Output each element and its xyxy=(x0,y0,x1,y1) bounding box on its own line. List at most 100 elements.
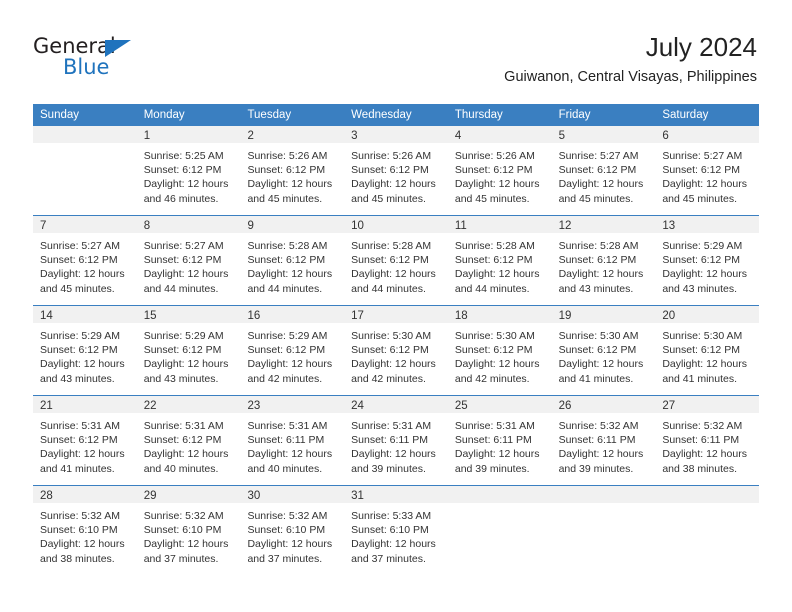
day-number-band: 17 xyxy=(344,306,448,323)
daylight-text-line2: and 37 minutes. xyxy=(351,552,426,565)
daylight-text-line1: Daylight: 12 hours xyxy=(558,448,644,461)
sunrise-text: Sunrise: 5:27 AM xyxy=(662,150,743,162)
day-number-band: 8 xyxy=(136,216,241,233)
day-cell[interactable]: 31 Sunrise: 5:33 AM Sunset: 6:10 PM Dayligh… xyxy=(344,486,448,575)
sunset-text: Sunset: 6:12 PM xyxy=(454,254,533,267)
sunrise-text: Sunrise: 5:29 AM xyxy=(40,330,120,342)
day-cell[interactable]: 26 Sunrise: 5:32 AM Sunset: 6:11 PM Dayligh… xyxy=(551,396,656,485)
day-cell[interactable]: 14 Sunrise: 5:29 AM Sunset: 6:12 PM Dayligh… xyxy=(33,306,137,395)
day-cell[interactable]: 3 Sunrise: 5:26 AM Sunset: 6:12 PM Daylight… xyxy=(344,126,448,215)
day-number: 19 xyxy=(558,310,572,322)
day-cell[interactable]: 27 Sunrise: 5:32 AM Sunset: 6:11 PM Dayligh… xyxy=(655,396,760,485)
day-number-band: 2 xyxy=(240,126,345,143)
day-cell[interactable]: 7 Sunrise: 5:27 AM Sunset: 6:12 PM Daylight… xyxy=(33,216,137,305)
calendar-week-row: 28 Sunrise: 5:32 AM Sunset: 6:10 PM Dayligh… xyxy=(33,485,760,575)
daylight-text-line2: and 43 minutes. xyxy=(40,372,115,385)
day-details: Sunrise: 5:30 AM Sunset: 6:12 PM Daylight:… xyxy=(655,323,759,386)
sunrise-text: Sunrise: 5:31 AM xyxy=(454,420,535,432)
day-cell[interactable]: 2 Sunrise: 5:26 AM Sunset: 6:12 PM Daylight… xyxy=(240,126,345,215)
sunset-text: Sunset: 6:11 PM xyxy=(558,434,636,447)
day-number: 12 xyxy=(558,220,572,232)
day-cell[interactable]: 10 Sunrise: 5:28 AM Sunset: 6:12 PM Dayligh… xyxy=(344,216,448,305)
day-number: 18 xyxy=(454,310,468,322)
day-cell[interactable]: 24 Sunrise: 5:31 AM Sunset: 6:11 PM Dayligh… xyxy=(344,396,448,485)
daylight-text-line2: and 43 minutes. xyxy=(143,372,219,385)
daylight-text-line1: Daylight: 12 hours xyxy=(143,268,229,281)
day-cell[interactable]: 25 Sunrise: 5:31 AM Sunset: 6:11 PM Dayligh… xyxy=(447,396,552,485)
weekday-header-sunday: Sunday xyxy=(40,109,80,121)
day-cell[interactable]: 15 Sunrise: 5:29 AM Sunset: 6:12 PM Dayligh… xyxy=(136,306,241,395)
logo-text-blue: Blue xyxy=(63,55,110,79)
day-cell[interactable]: 28 Sunrise: 5:32 AM Sunset: 6:10 PM Dayligh… xyxy=(33,486,137,575)
day-cell[interactable]: 30 Sunrise: 5:32 AM Sunset: 6:10 PM Dayligh… xyxy=(240,486,345,575)
day-number-band: 19 xyxy=(551,306,656,323)
sunrise-text: Sunrise: 5:26 AM xyxy=(454,150,535,162)
day-number-band xyxy=(655,486,760,503)
day-number-band: 4 xyxy=(447,126,552,143)
day-details: Sunrise: 5:32 AM Sunset: 6:10 PM Daylight:… xyxy=(33,503,137,566)
day-number-band: 29 xyxy=(136,486,241,503)
calendar-weeks: 1 Sunrise: 5:25 AM Sunset: 6:12 PM Daylight… xyxy=(33,126,760,575)
day-details: Sunrise: 5:28 AM Sunset: 6:12 PM Daylight:… xyxy=(240,233,344,296)
day-cell[interactable]: 21 Sunrise: 5:31 AM Sunset: 6:12 PM Dayligh… xyxy=(33,396,137,485)
sunset-text: Sunset: 6:11 PM xyxy=(662,434,740,447)
daylight-text-line1: Daylight: 12 hours xyxy=(662,448,747,461)
day-cell[interactable]: 9 Sunrise: 5:28 AM Sunset: 6:12 PM Daylight… xyxy=(240,216,345,305)
day-number-band: 26 xyxy=(551,396,656,413)
sunset-text: Sunset: 6:10 PM xyxy=(351,524,429,537)
daylight-text-line2: and 42 minutes. xyxy=(247,372,323,385)
sunrise-text: Sunrise: 5:31 AM xyxy=(351,420,432,432)
day-details: Sunrise: 5:29 AM Sunset: 6:12 PM Daylight:… xyxy=(137,323,241,386)
day-cell[interactable]: 20 Sunrise: 5:30 AM Sunset: 6:12 PM Dayligh… xyxy=(655,306,760,395)
daylight-text-line1: Daylight: 12 hours xyxy=(454,268,540,281)
day-cell[interactable]: 13 Sunrise: 5:29 AM Sunset: 6:12 PM Dayligh… xyxy=(655,216,760,305)
day-number: 6 xyxy=(662,130,669,142)
sunrise-text: Sunrise: 5:31 AM xyxy=(247,420,328,432)
day-cell-empty xyxy=(655,486,760,575)
day-cell[interactable]: 1 Sunrise: 5:25 AM Sunset: 6:12 PM Daylight… xyxy=(136,126,241,215)
sunrise-text: Sunrise: 5:30 AM xyxy=(351,330,432,342)
calendar-page: General Blue July 2024 Guiwanon, Central… xyxy=(0,0,792,612)
day-details: Sunrise: 5:32 AM Sunset: 6:10 PM Daylight:… xyxy=(240,503,344,566)
daylight-text-line1: Daylight: 12 hours xyxy=(662,268,747,281)
day-cell[interactable]: 11 Sunrise: 5:28 AM Sunset: 6:12 PM Dayligh… xyxy=(447,216,552,305)
sunrise-text: Sunrise: 5:28 AM xyxy=(558,240,639,252)
day-cell[interactable]: 22 Sunrise: 5:31 AM Sunset: 6:12 PM Dayligh… xyxy=(136,396,241,485)
day-cell[interactable]: 23 Sunrise: 5:31 AM Sunset: 6:11 PM Dayligh… xyxy=(240,396,345,485)
day-number-band: 23 xyxy=(240,396,345,413)
sunrise-text: Sunrise: 5:27 AM xyxy=(143,240,224,252)
day-details: Sunrise: 5:27 AM Sunset: 6:12 PM Daylight:… xyxy=(552,143,656,206)
day-cell[interactable]: 5 Sunrise: 5:27 AM Sunset: 6:12 PM Daylight… xyxy=(551,126,656,215)
day-cell[interactable]: 12 Sunrise: 5:28 AM Sunset: 6:12 PM Dayligh… xyxy=(551,216,656,305)
sunrise-text: Sunrise: 5:29 AM xyxy=(143,330,224,342)
day-cell[interactable]: 16 Sunrise: 5:29 AM Sunset: 6:12 PM Dayligh… xyxy=(240,306,345,395)
day-cell[interactable]: 6 Sunrise: 5:27 AM Sunset: 6:12 PM Daylight… xyxy=(655,126,760,215)
page-header: General Blue July 2024 Guiwanon, Central… xyxy=(0,0,792,100)
day-cell[interactable]: 4 Sunrise: 5:26 AM Sunset: 6:12 PM Daylight… xyxy=(447,126,552,215)
day-number-band: 16 xyxy=(240,306,345,323)
day-details: Sunrise: 5:25 AM Sunset: 6:12 PM Daylight:… xyxy=(137,143,241,206)
day-number-band: 27 xyxy=(655,396,760,413)
day-cell[interactable]: 19 Sunrise: 5:30 AM Sunset: 6:12 PM Dayligh… xyxy=(551,306,656,395)
day-cell[interactable]: 17 Sunrise: 5:30 AM Sunset: 6:12 PM Dayligh… xyxy=(344,306,448,395)
daylight-text-line2: and 44 minutes. xyxy=(454,282,530,295)
day-cell[interactable]: 18 Sunrise: 5:30 AM Sunset: 6:12 PM Dayligh… xyxy=(447,306,552,395)
daylight-text-line2: and 41 minutes. xyxy=(662,372,738,385)
day-number: 22 xyxy=(143,400,157,412)
weekday-header-monday: Monday xyxy=(143,109,185,121)
day-cell[interactable]: 8 Sunrise: 5:27 AM Sunset: 6:12 PM Daylight… xyxy=(136,216,241,305)
day-details: Sunrise: 5:27 AM Sunset: 6:12 PM Daylight:… xyxy=(137,233,241,296)
daylight-text-line1: Daylight: 12 hours xyxy=(247,268,333,281)
day-number-band: 12 xyxy=(551,216,656,233)
daylight-text-line1: Daylight: 12 hours xyxy=(40,538,125,551)
sunrise-text: Sunrise: 5:32 AM xyxy=(40,510,120,522)
day-number-band: 28 xyxy=(33,486,137,503)
sunset-text: Sunset: 6:12 PM xyxy=(40,434,118,447)
day-number-band: 25 xyxy=(447,396,552,413)
sunrise-text: Sunrise: 5:31 AM xyxy=(143,420,224,432)
sunrise-text: Sunrise: 5:30 AM xyxy=(454,330,535,342)
day-cell[interactable]: 29 Sunrise: 5:32 AM Sunset: 6:10 PM Dayligh… xyxy=(136,486,241,575)
day-details: Sunrise: 5:28 AM Sunset: 6:12 PM Daylight:… xyxy=(344,233,448,296)
daylight-text-line1: Daylight: 12 hours xyxy=(558,268,644,281)
sunset-text: Sunset: 6:12 PM xyxy=(143,254,222,267)
